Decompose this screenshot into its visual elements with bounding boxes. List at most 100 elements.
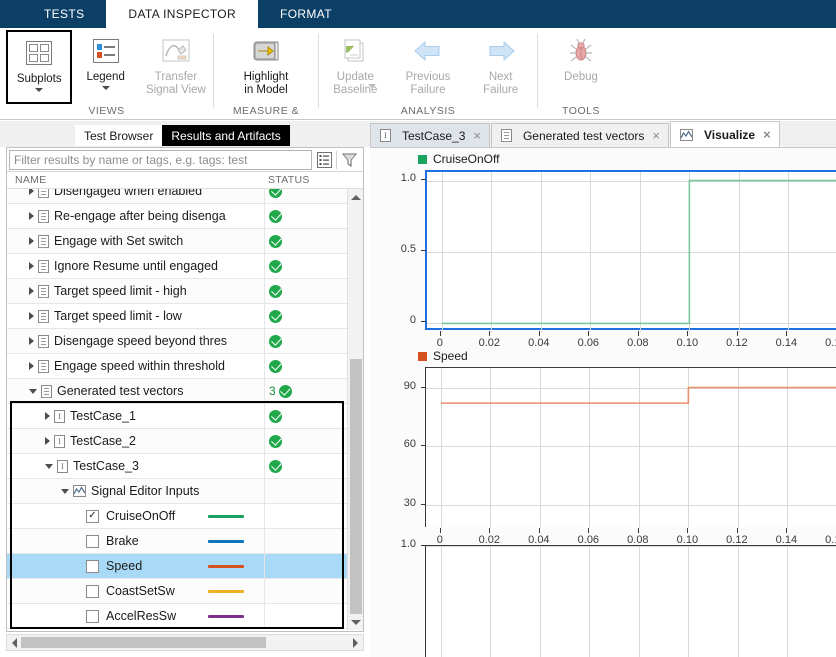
filter-results-input[interactable] — [9, 150, 312, 170]
selected-axes[interactable] — [425, 170, 836, 330]
chevron-right-icon[interactable] — [29, 362, 34, 370]
signal-checkbox[interactable] — [86, 610, 99, 623]
scroll-down-arrow[interactable] — [348, 614, 363, 630]
table-row[interactable]: Engage with Set switch — [7, 229, 347, 254]
scrollbar-thumb[interactable] — [350, 359, 362, 614]
table-row[interactable]: Engage speed within threshold — [7, 354, 347, 379]
axes[interactable] — [425, 367, 836, 527]
update-baseline-button: Update Baseline — [319, 30, 392, 104]
ribbon-tab-bar: TESTS DATA INSPECTOR FORMAT — [0, 0, 836, 28]
tree-item-status-cell: 3 — [265, 379, 347, 404]
table-row[interactable]: AccelResSw — [7, 604, 347, 629]
chevron-right-icon[interactable] — [45, 437, 50, 445]
y-axis-tick — [421, 250, 426, 251]
table-row[interactable]: Generated test vectors3 — [7, 379, 347, 404]
chevron-right-icon[interactable] — [29, 312, 34, 320]
tree-item-label: Brake — [106, 534, 139, 548]
scrollbar-thumb[interactable] — [21, 637, 266, 648]
x-axis-tick — [786, 331, 787, 336]
chevron-down-icon[interactable] — [45, 464, 53, 469]
chevron-down-icon[interactable] — [29, 389, 37, 394]
tree-horizontal-scrollbar[interactable] — [6, 634, 364, 651]
chevron-right-icon[interactable] — [29, 189, 34, 195]
signal-checkbox[interactable] — [86, 585, 99, 598]
table-row[interactable]: ITestCase_3 — [7, 454, 347, 479]
axes[interactable] — [425, 545, 836, 657]
status-badge-passed — [269, 435, 282, 448]
document-icon — [38, 335, 49, 348]
subplot-3[interactable]: 1.0 — [370, 545, 836, 657]
tree-item-status-cell — [265, 354, 347, 379]
signal-checkbox[interactable] — [86, 560, 99, 573]
table-row[interactable]: ITestCase_2 — [7, 429, 347, 454]
document-tab-visualize[interactable]: Visualize × — [670, 121, 780, 147]
close-icon[interactable]: × — [650, 129, 660, 142]
signal-checkbox[interactable]: ✓ — [86, 510, 99, 523]
tree-item-status-cell — [265, 329, 347, 354]
gridline-vertical — [738, 546, 739, 657]
plot-canvas[interactable]: 30609000.020.040.060.080.100.120.140.160… — [370, 367, 836, 549]
tab-test-browser[interactable]: Test Browser — [75, 125, 162, 146]
table-row[interactable]: Disengaged when enabled — [7, 189, 347, 204]
chevron-right-icon[interactable] — [29, 287, 34, 295]
tree-item-name-cell: Target speed limit - low — [7, 304, 265, 329]
table-row[interactable]: Target speed limit - high — [7, 279, 347, 304]
column-header-name: NAME — [7, 174, 265, 186]
tree-item-name-cell: Engage with Set switch — [7, 229, 265, 254]
close-icon[interactable]: × — [761, 128, 771, 141]
columns-icon[interactable] — [312, 149, 336, 171]
signal-color-swatch — [208, 515, 244, 518]
subplots-button[interactable]: Subplots — [6, 30, 72, 104]
plot-canvas[interactable]: 00.51.000.020.040.060.080.100.120.140.16… — [370, 170, 836, 352]
table-row[interactable]: CoastSetSw — [7, 579, 347, 604]
tab-results-and-artifacts[interactable]: Results and Artifacts — [162, 125, 289, 146]
chevron-right-icon[interactable] — [29, 212, 34, 220]
table-row[interactable]: ✓CruiseOnOff — [7, 504, 347, 529]
scroll-up-arrow[interactable] — [348, 189, 363, 205]
table-row[interactable]: Speed — [7, 554, 347, 579]
chevron-down-icon[interactable] — [61, 489, 69, 494]
tree-vertical-scrollbar[interactable] — [347, 189, 363, 630]
table-row[interactable]: Brake — [7, 529, 347, 554]
ribbon-group-label-analysis: ANALYSIS — [319, 104, 537, 120]
document-icon — [38, 360, 49, 373]
scroll-right-arrow[interactable] — [353, 638, 358, 648]
chevron-right-icon[interactable] — [29, 337, 34, 345]
plot-canvas[interactable]: 1.0 — [370, 545, 836, 657]
legend-color-swatch — [418, 352, 427, 361]
table-row[interactable]: Signal Editor Inputs — [7, 479, 347, 504]
table-row[interactable]: Disengage speed beyond thres — [7, 329, 347, 354]
signal-checkbox[interactable] — [86, 535, 99, 548]
y-axis-tick-label: 30 — [378, 497, 416, 509]
ribbon-tab-data-inspector[interactable]: DATA INSPECTOR — [106, 0, 258, 28]
y-axis-tick-label: 0.5 — [378, 243, 416, 255]
subplot-2[interactable]: Speed30609000.020.040.060.080.100.120.14… — [370, 345, 836, 545]
chevron-down-icon[interactable] — [102, 86, 110, 90]
previous-failure-button: Previous Failure — [392, 30, 465, 104]
table-row[interactable]: Ignore Resume until engaged — [7, 254, 347, 279]
document-tab-generated-test-vectors[interactable]: Generated test vectors × — [491, 123, 669, 147]
legend-button[interactable]: Legend — [72, 30, 138, 104]
ribbon-tab-tests[interactable]: TESTS — [22, 0, 106, 28]
table-row[interactable]: ITestCase_1 — [7, 404, 347, 429]
ribbon-tab-format[interactable]: FORMAT — [258, 0, 354, 28]
document-tab-testcase-3[interactable]: I TestCase_3 × — [370, 123, 490, 147]
table-row[interactable]: Re-engage after being disenga — [7, 204, 347, 229]
subplot-legend: Speed — [370, 345, 836, 367]
table-row[interactable]: Target speed limit - low — [7, 304, 347, 329]
highlight-in-model-button[interactable]: Highlight in Model — [228, 30, 304, 104]
next-failure-icon — [485, 34, 517, 68]
y-axis-tick — [421, 179, 426, 180]
chevron-right-icon[interactable] — [45, 412, 50, 420]
tree-item-label: TestCase_3 — [73, 459, 139, 473]
chevron-down-icon[interactable] — [35, 88, 43, 92]
tree-item-name-cell: Disengage speed beyond thres — [7, 329, 265, 354]
chevron-right-icon[interactable] — [29, 262, 34, 270]
tree-item-name-cell: AccelResSw — [7, 604, 265, 629]
status-badge-passed — [269, 360, 282, 373]
scroll-left-arrow[interactable] — [12, 638, 17, 648]
subplot-1[interactable]: CruiseOnOff00.51.000.020.040.060.080.100… — [370, 148, 836, 345]
filter-funnel-icon[interactable] — [337, 149, 361, 171]
chevron-right-icon[interactable] — [29, 237, 34, 245]
close-icon[interactable]: × — [471, 129, 481, 142]
